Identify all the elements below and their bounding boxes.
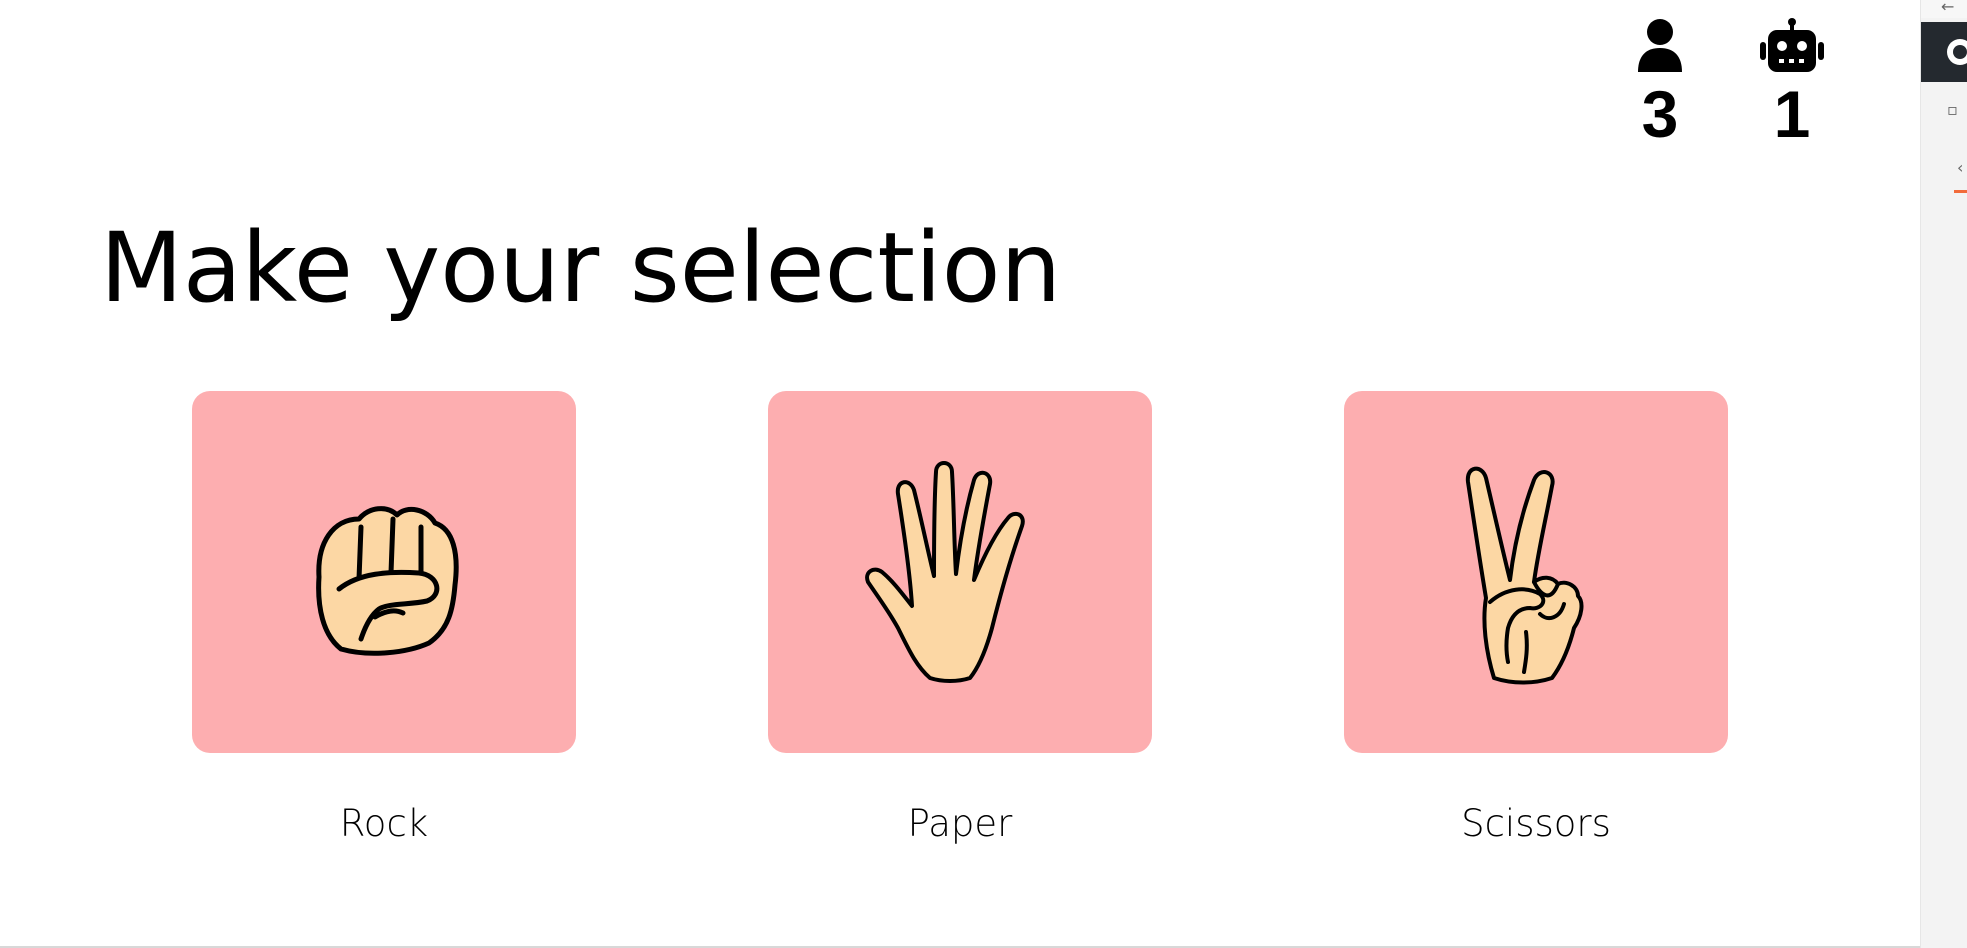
- fist-hand-icon: [289, 477, 479, 667]
- device-icon[interactable]: ▫: [1947, 100, 1958, 119]
- page-title: Make your selection: [100, 212, 1062, 324]
- browser-side-panel: ← ▫ ‹: [1920, 0, 1967, 948]
- paper-label: Paper: [907, 802, 1013, 845]
- user-icon: [1636, 18, 1684, 74]
- github-tab[interactable]: [1921, 22, 1967, 82]
- rock-choice-button[interactable]: Rock: [192, 391, 576, 847]
- player-score: 3: [1605, 18, 1715, 150]
- chevron-left-icon[interactable]: ‹: [1957, 158, 1963, 177]
- github-icon: [1947, 39, 1967, 65]
- back-arrow-icon[interactable]: ←: [1941, 0, 1954, 16]
- active-indicator: [1954, 190, 1967, 193]
- paper-choice-button[interactable]: Paper: [768, 391, 1152, 847]
- rock-card[interactable]: [192, 391, 576, 753]
- robot-icon: [1759, 18, 1825, 74]
- bot-score-value: 1: [1773, 77, 1811, 151]
- game-page: 3 1 Make your selection Rock Paper Sciss…: [0, 0, 1967, 948]
- player-score-value: 3: [1641, 77, 1679, 151]
- scissors-choice-button[interactable]: Scissors: [1344, 391, 1728, 847]
- scissors-label: Scissors: [1461, 802, 1611, 845]
- side-panel-top-bar: ←: [1921, 0, 1967, 18]
- peace-hand-icon: [1456, 452, 1616, 692]
- scissors-card[interactable]: [1344, 391, 1728, 753]
- bot-score: 1: [1737, 18, 1847, 150]
- paper-card[interactable]: [768, 391, 1152, 753]
- rock-label: Rock: [339, 802, 429, 845]
- open-hand-icon: [860, 452, 1060, 692]
